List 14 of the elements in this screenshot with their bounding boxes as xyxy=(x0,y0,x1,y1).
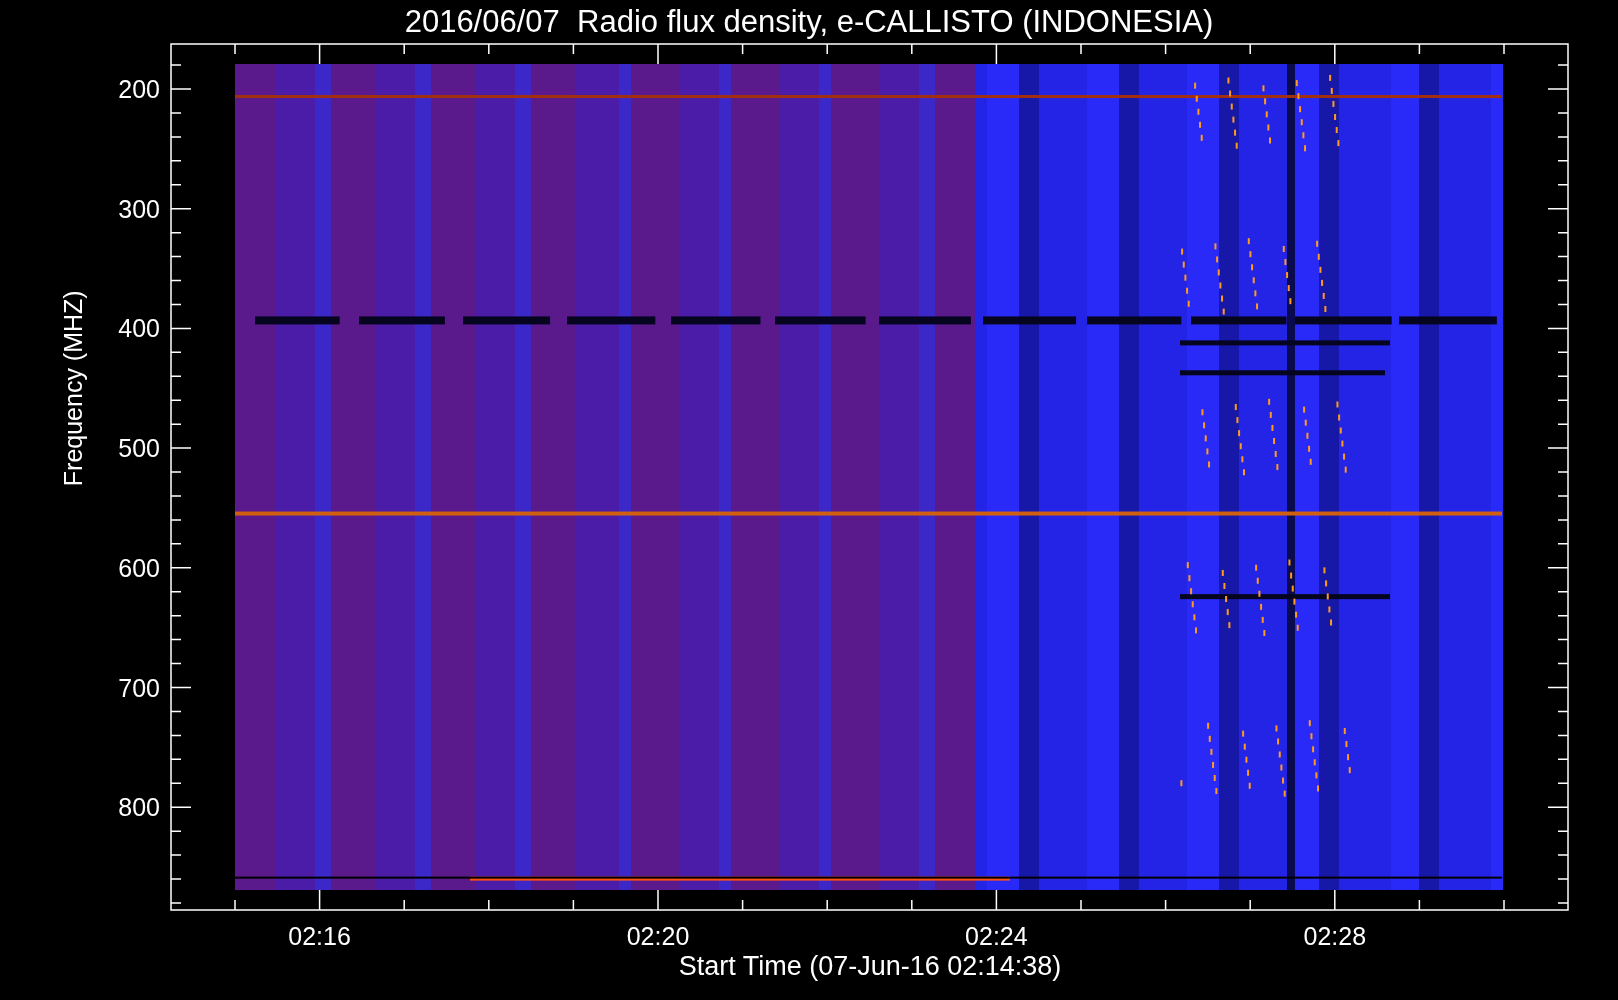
y-tick-label: 300 xyxy=(118,194,160,223)
chart-title: 2016/06/07 Radio flux density, e-CALLISTO (INDONESIA) xyxy=(404,4,1214,39)
x-tick-label: 02:28 xyxy=(1303,922,1367,950)
y-axis-label: Frequency (MHZ) xyxy=(59,290,87,487)
x-axis-label: Start Time (07-Jun-16 02:14:38) xyxy=(678,951,1062,981)
y-tick-label: 600 xyxy=(118,553,160,582)
y-tick-label: 700 xyxy=(118,673,160,702)
y-tick-label: 200 xyxy=(118,75,160,103)
y-tick-label: 500 xyxy=(118,434,160,463)
x-tick-label: 02:16 xyxy=(288,922,351,950)
x-tick-label: 02:20 xyxy=(626,922,690,950)
x-tick-label: 02:24 xyxy=(965,922,1028,950)
y-tick-label: 400 xyxy=(118,314,160,343)
y-tick-label: 800 xyxy=(118,793,160,822)
